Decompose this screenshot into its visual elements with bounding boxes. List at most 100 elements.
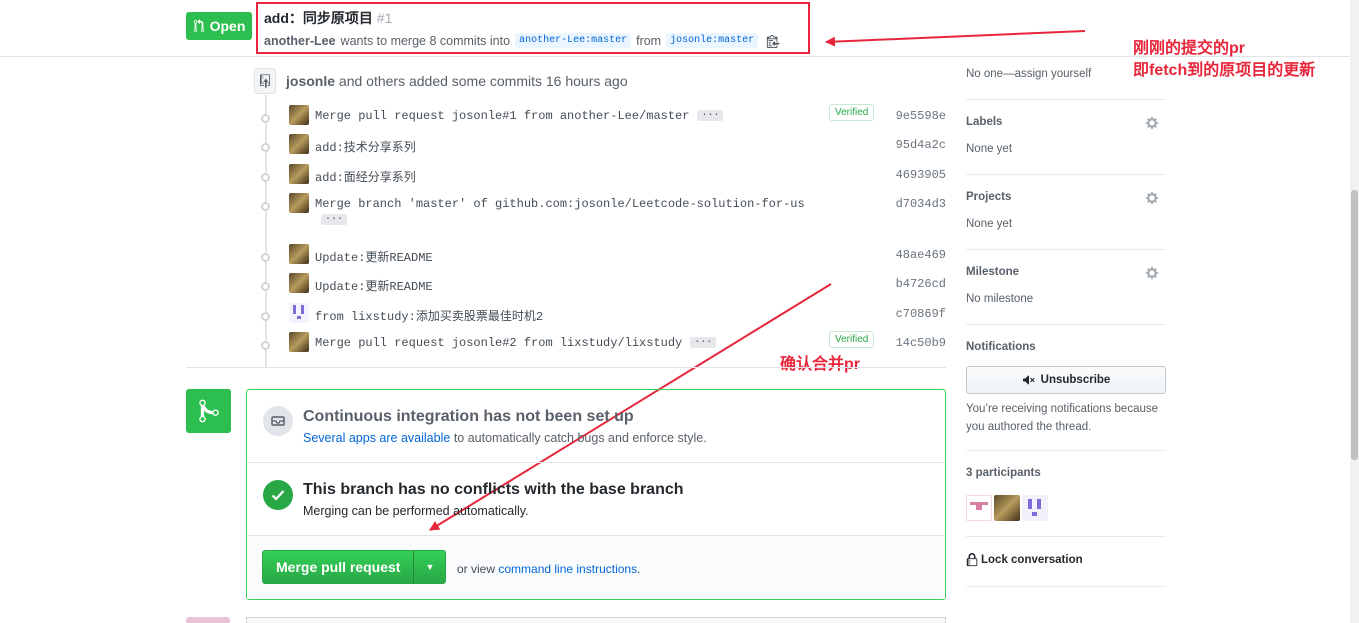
expand-commit-button[interactable]: ··· bbox=[690, 337, 717, 349]
commit-message[interactable]: add:技术分享系列 bbox=[315, 138, 416, 155]
avatar[interactable] bbox=[1022, 495, 1048, 521]
commit-icon bbox=[261, 341, 270, 350]
ci-title: Continuous integration has not been set … bbox=[303, 408, 634, 425]
commit-message[interactable]: Merge branch 'master' of github.com:joso… bbox=[315, 197, 805, 225]
unsubscribe-label: Unsubscribe bbox=[1040, 374, 1111, 386]
avatar[interactable] bbox=[289, 303, 309, 323]
expand-commit-button[interactable]: ··· bbox=[697, 110, 724, 122]
expand-commit-button[interactable]: ··· bbox=[321, 214, 348, 225]
no-conflicts-title: This branch has no conflicts with the ba… bbox=[303, 481, 684, 498]
commit-message-text[interactable]: add:面经分享系列 bbox=[315, 171, 416, 185]
participants-avatars bbox=[966, 495, 1048, 521]
lock-conversation-button[interactable]: Lock conversation bbox=[966, 553, 1083, 567]
comment-avatar[interactable] bbox=[186, 617, 230, 623]
base-branch[interactable]: another-Lee:master bbox=[515, 33, 632, 48]
commit-sha[interactable]: 95d4a2c bbox=[896, 138, 946, 152]
from-text: from bbox=[636, 33, 662, 48]
view-prefix: or view bbox=[457, 562, 496, 576]
pr-state-badge: Open bbox=[186, 12, 252, 40]
lock-icon bbox=[966, 553, 978, 567]
git-pull-request-icon bbox=[193, 19, 204, 33]
comment-box bbox=[246, 617, 946, 623]
commit-icon bbox=[261, 253, 270, 262]
verified-badge[interactable]: Verified bbox=[829, 104, 875, 121]
commit-message[interactable]: Merge pull request josonle#1 from anothe… bbox=[315, 109, 724, 123]
commit-message-text[interactable]: from lixstudy:添加买卖股票最佳时机2 bbox=[315, 310, 543, 324]
projects-heading[interactable]: Projects bbox=[966, 191, 1011, 203]
command-line-instructions-link[interactable]: command line instructions bbox=[498, 562, 637, 576]
labels-value: None yet bbox=[966, 143, 1013, 155]
labels-heading[interactable]: Labels bbox=[966, 116, 1002, 128]
commit-sha[interactable]: b4726cd bbox=[896, 277, 946, 291]
pr-author-link[interactable]: another-Lee bbox=[264, 34, 336, 48]
avatar[interactable] bbox=[994, 495, 1020, 521]
commit-message-text[interactable]: Update:更新README bbox=[315, 280, 433, 294]
commit-message-text[interactable]: Merge branch 'master' of github.com:joso… bbox=[315, 197, 805, 211]
participants-heading: 3 participants bbox=[966, 467, 1041, 479]
commit-message-text[interactable]: Update:更新README bbox=[315, 251, 433, 265]
commit-message[interactable]: add:面经分享系列 bbox=[315, 168, 416, 185]
sidebar-assignees: No one—assign yourself bbox=[966, 0, 1166, 100]
clipboard-icon[interactable] bbox=[766, 34, 780, 48]
commit-sha[interactable]: 4693905 bbox=[896, 168, 946, 182]
commit-message-text[interactable]: add:技术分享系列 bbox=[315, 141, 416, 155]
commit-row: from lixstudy:添加买卖股票最佳时机2 c70869f bbox=[258, 303, 948, 331]
chevron-down-icon: ▼ bbox=[425, 562, 435, 572]
avatar[interactable] bbox=[289, 134, 309, 154]
gear-icon[interactable] bbox=[1145, 266, 1159, 280]
merge-pull-request-button[interactable]: Merge pull request bbox=[263, 551, 414, 583]
commit-message[interactable]: Update:更新README bbox=[315, 248, 433, 265]
pr-number: #1 bbox=[376, 10, 393, 26]
unsubscribe-button[interactable]: Unsubscribe bbox=[966, 366, 1166, 394]
command-line-hint: or view command line instructions. bbox=[457, 562, 640, 576]
gear-icon[interactable] bbox=[1145, 191, 1159, 205]
scrollbar-thumb[interactable] bbox=[1351, 190, 1358, 460]
sidebar-participants: 3 participants bbox=[966, 451, 1166, 537]
commit-message[interactable]: Merge pull request josonle#2 from lixstu… bbox=[315, 336, 717, 350]
view-suffix: . bbox=[637, 562, 641, 576]
merge-method-dropdown[interactable]: ▼ bbox=[413, 551, 446, 583]
commit-sha[interactable]: 48ae469 bbox=[896, 248, 946, 262]
ci-subtitle: Several apps are available to automatica… bbox=[303, 431, 707, 445]
commit-sha[interactable]: 9e5598e bbox=[896, 109, 946, 123]
avatar[interactable] bbox=[289, 193, 309, 213]
ci-apps-link[interactable]: Several apps are available bbox=[303, 431, 450, 445]
commit-sha[interactable]: 14c50b9 bbox=[896, 336, 946, 350]
commit-message[interactable]: from lixstudy:添加买卖股票最佳时机2 bbox=[315, 307, 543, 324]
commits-header-author[interactable]: josonle bbox=[286, 73, 335, 89]
commit-row: add:面经分享系列 4693905 bbox=[258, 164, 948, 192]
commit-message[interactable]: Update:更新README bbox=[315, 277, 433, 294]
page-scrollbar[interactable] bbox=[1350, 0, 1359, 623]
commit-sha[interactable]: d7034d3 bbox=[896, 197, 946, 211]
commit-row: Update:更新README 48ae469 bbox=[258, 244, 948, 272]
projects-value: None yet bbox=[966, 218, 1013, 230]
avatar[interactable] bbox=[289, 332, 309, 352]
commit-row: Merge pull request josonle#1 from anothe… bbox=[258, 104, 948, 133]
avatar[interactable] bbox=[966, 495, 992, 521]
gear-icon[interactable] bbox=[1145, 116, 1159, 130]
commit-sha[interactable]: c70869f bbox=[896, 307, 946, 321]
avatar[interactable] bbox=[289, 244, 309, 264]
pr-title-text: add：同步原项目 bbox=[264, 10, 373, 26]
no-conflicts-row: This branch has no conflicts with the ba… bbox=[247, 464, 945, 536]
assignees-value[interactable]: No one—assign yourself bbox=[966, 68, 1091, 80]
timeline-separator bbox=[186, 367, 946, 368]
ci-icon bbox=[263, 406, 293, 436]
avatar[interactable] bbox=[289, 105, 309, 125]
pr-title: add：同步原项目 #1 bbox=[264, 8, 802, 28]
commit-message-text[interactable]: Merge pull request josonle#1 from anothe… bbox=[315, 109, 689, 123]
commit-message-text[interactable]: Merge pull request josonle#2 from lixstu… bbox=[315, 336, 682, 350]
avatar[interactable] bbox=[289, 164, 309, 184]
head-branch[interactable]: josonle:master bbox=[666, 33, 759, 48]
lock-conversation-label: Lock conversation bbox=[981, 554, 1083, 566]
milestone-heading[interactable]: Milestone bbox=[966, 266, 1019, 278]
merge-box: Continuous integration has not been set … bbox=[246, 389, 946, 600]
avatar[interactable] bbox=[289, 273, 309, 293]
notifications-reason: You’re receiving notifications because y… bbox=[966, 403, 1159, 433]
pr-header-highlight: add：同步原项目 #1 another-Lee wants to merge … bbox=[256, 2, 810, 54]
verified-badge[interactable]: Verified bbox=[829, 331, 875, 348]
pull-request-page: Open add：同步原项目 #1 another-Lee wants to m… bbox=[0, 0, 1359, 623]
commit-row: Update:更新README b4726cd bbox=[258, 273, 948, 301]
merge-action-row: Merge pull request ▼ or view command lin… bbox=[247, 537, 945, 599]
commit-row: Merge pull request josonle#2 from lixstu… bbox=[258, 331, 948, 360]
